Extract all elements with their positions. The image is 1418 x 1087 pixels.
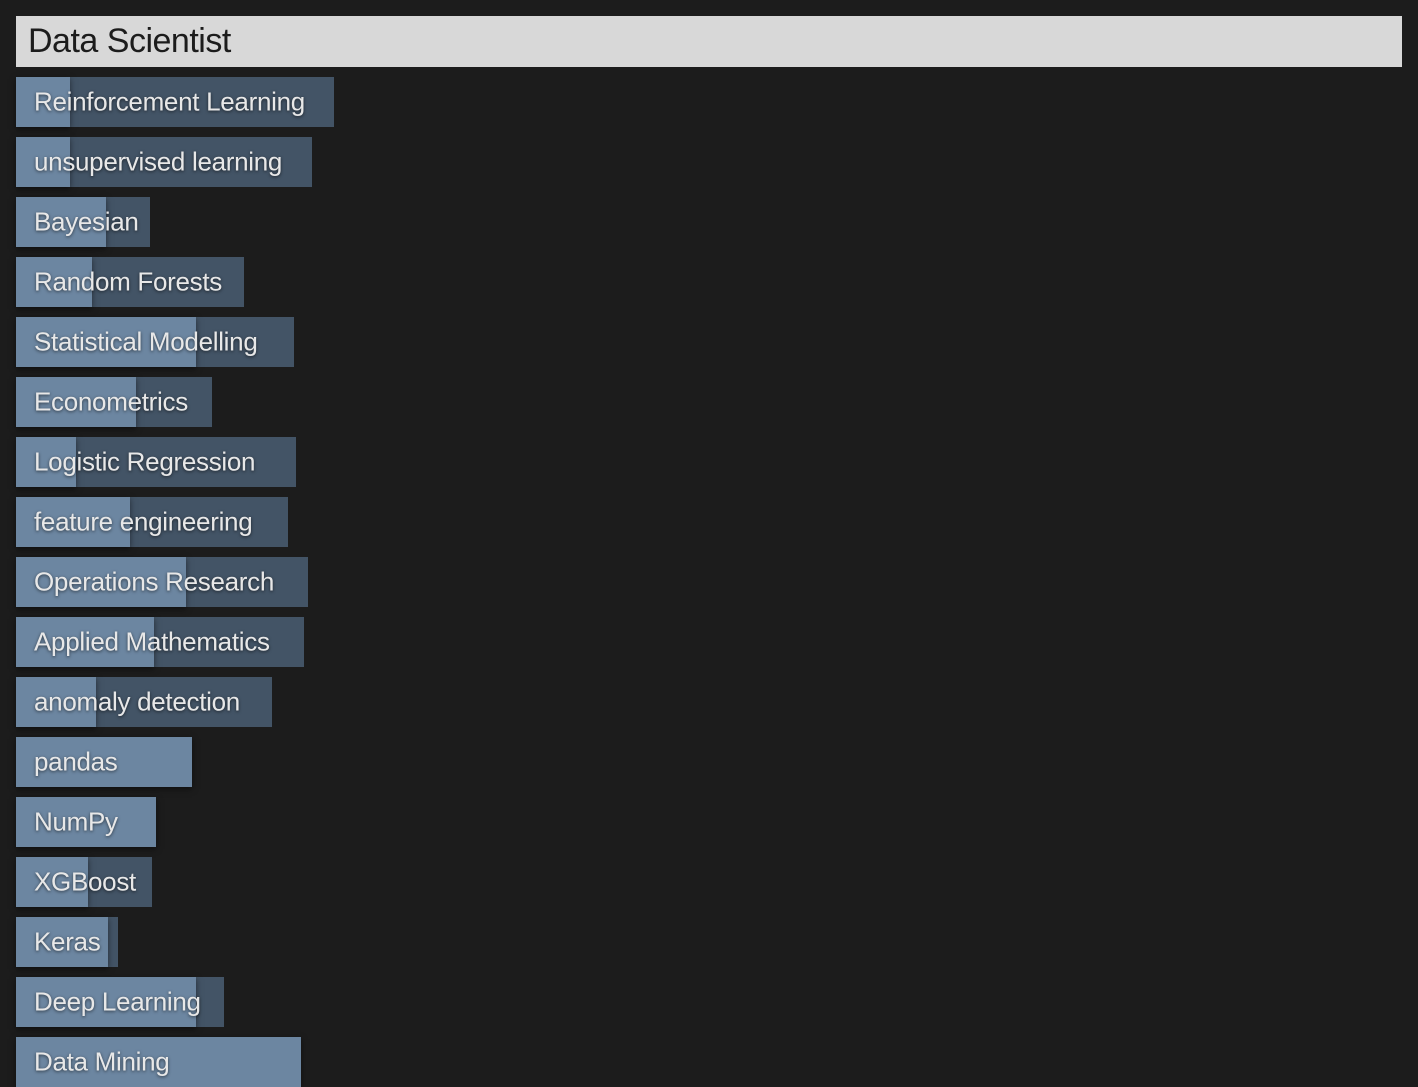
- bar-row[interactable]: anomaly detection: [16, 677, 1402, 727]
- chart-title: Data Scientist: [16, 16, 1402, 67]
- bar-label: Data Mining: [34, 1047, 169, 1078]
- bar-label: Random Forests: [34, 267, 222, 298]
- bar-row[interactable]: Deep Learning: [16, 977, 1402, 1027]
- bar-rows-container: Reinforcement Learning unsupervised learn…: [16, 77, 1402, 1087]
- bar-label: Keras: [34, 927, 100, 958]
- bar-row[interactable]: Applied Mathematics: [16, 617, 1402, 667]
- bar-label: feature engineering: [34, 507, 252, 538]
- bar-label: Deep Learning: [34, 987, 201, 1018]
- bar-row[interactable]: Reinforcement Learning: [16, 77, 1402, 127]
- bar-label: pandas: [34, 747, 118, 778]
- bar-row[interactable]: Keras: [16, 917, 1402, 967]
- bar-label: XGBoost: [34, 867, 136, 898]
- bar-row[interactable]: unsupervised learning: [16, 137, 1402, 187]
- bar-label: Logistic Regression: [34, 447, 255, 478]
- bar-label: Bayesian: [34, 207, 139, 238]
- bar-label: NumPy: [34, 807, 118, 838]
- bar-label: Statistical Modelling: [34, 327, 257, 358]
- bar-row[interactable]: Statistical Modelling: [16, 317, 1402, 367]
- bar-row[interactable]: feature engineering: [16, 497, 1402, 547]
- bar-label: Operations Research: [34, 567, 274, 598]
- bar-label: Reinforcement Learning: [34, 87, 305, 118]
- bar-row[interactable]: XGBoost: [16, 857, 1402, 907]
- bar-row[interactable]: Operations Research: [16, 557, 1402, 607]
- bar-row[interactable]: Random Forests: [16, 257, 1402, 307]
- bar-row[interactable]: Data Mining: [16, 1037, 1402, 1087]
- bar-label: anomaly detection: [34, 687, 240, 718]
- bar-row[interactable]: Logistic Regression: [16, 437, 1402, 487]
- bar-label: Econometrics: [34, 387, 188, 418]
- bar-row[interactable]: pandas: [16, 737, 1402, 787]
- chart-panel: Data Scientist Reinforcement Learning uns…: [16, 16, 1402, 1087]
- bar-row[interactable]: Bayesian: [16, 197, 1402, 247]
- bar-row[interactable]: NumPy: [16, 797, 1402, 847]
- bar-row[interactable]: Econometrics: [16, 377, 1402, 427]
- bar-label: unsupervised learning: [34, 147, 282, 178]
- bar-label: Applied Mathematics: [34, 627, 270, 658]
